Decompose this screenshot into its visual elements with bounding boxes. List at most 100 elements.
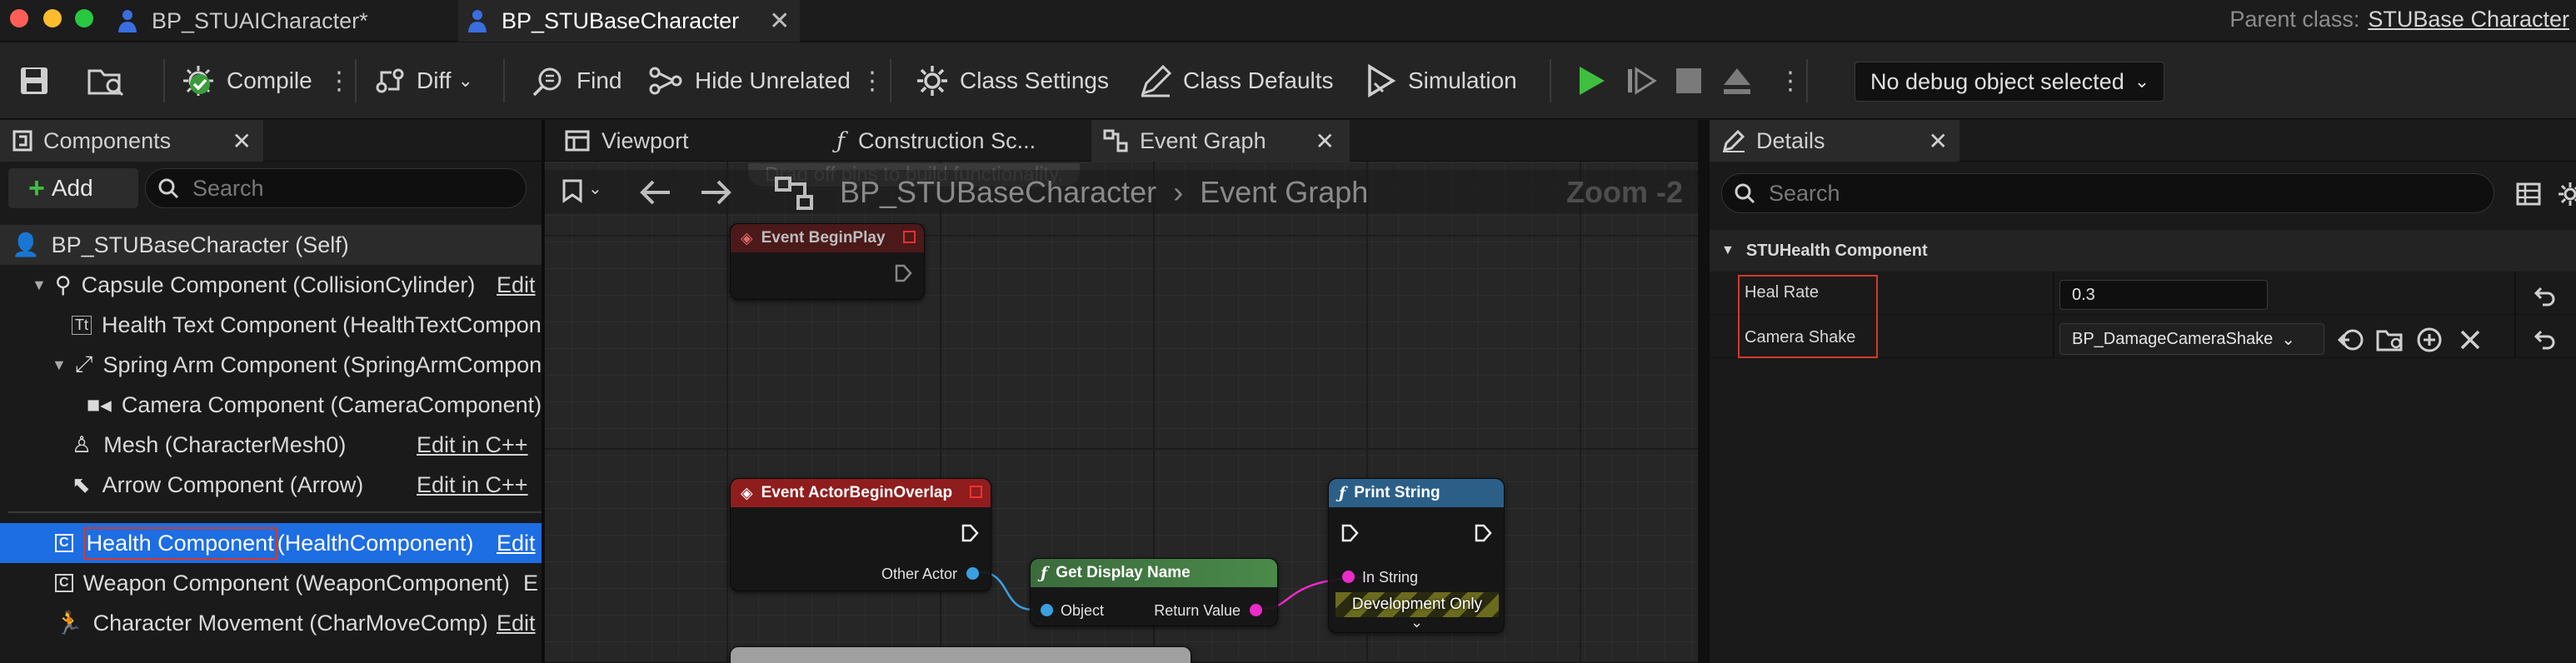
tree-item-arrow[interactable]: ⬉ Arrow Component (Arrow) Edit in C++ — [0, 465, 542, 505]
actor-component-icon: C — [55, 534, 73, 552]
camera-shake-select[interactable]: BP_DamageCameraShake ⌄ — [2059, 323, 2324, 355]
pin-label: Object — [1061, 602, 1105, 619]
expand-arrow-icon[interactable]: ▼ — [52, 356, 67, 374]
tab-label: Viewport — [602, 127, 689, 153]
close-icon[interactable]: ✕ — [1315, 127, 1335, 155]
return-value-pin[interactable] — [1250, 604, 1262, 616]
tab-event-graph[interactable]: Event Graph ✕ — [1091, 120, 1350, 162]
hide-unrelated-options-button[interactable]: ⋮ — [860, 42, 885, 119]
panel-splitter[interactable] — [542, 120, 545, 663]
play-button[interactable] — [1575, 42, 1618, 119]
window-minimize-button[interactable] — [43, 9, 62, 27]
tree-item-capsule[interactable]: ▼ ⚲ Capsule Component (CollisionCylinder… — [0, 265, 542, 305]
tree-item-camera[interactable]: ■◂ Camera Component (CameraComponent) — [0, 385, 542, 425]
gear-icon[interactable] — [2558, 182, 2576, 207]
tab-details[interactable]: Details ✕ — [1710, 120, 1959, 162]
node-event-actorbeginoverlap[interactable]: ◈ Event ActorBeginOverlap Other Actor — [730, 478, 991, 591]
collapse-arrow-icon: ▼ — [1721, 243, 1735, 257]
search-placeholder: Search — [1769, 180, 1840, 206]
delegate-pin[interactable] — [970, 486, 982, 498]
add-component-button[interactable]: + Add — [8, 168, 138, 208]
tree-item-self[interactable]: 👤 BP_STUBaseCharacter (Self) — [0, 225, 542, 265]
edit-in-cpp-link[interactable]: E — [523, 571, 538, 596]
browse-button[interactable] — [87, 42, 135, 119]
toolbar-separator — [503, 59, 505, 102]
node-event-beginplay[interactable]: ◈ Event BeginPlay — [730, 223, 925, 300]
close-icon[interactable]: ✕ — [769, 7, 790, 36]
debug-object-selector[interactable]: No debug object selected ⌄ — [1855, 62, 2164, 102]
doc-tab-stubasecharacter[interactable]: BP_STUBaseCharacter ✕ — [458, 0, 800, 42]
simulation-button[interactable]: Simulation — [1363, 42, 1517, 119]
property-name: Heal Rate — [1745, 283, 1819, 302]
event-graph-canvas[interactable]: Drag off pins to build functionality. ⌄ … — [545, 162, 1698, 663]
edit-in-cpp-link[interactable]: Edit in C++ — [417, 472, 528, 498]
node-comment-partial[interactable] — [730, 646, 1191, 663]
window-close-button[interactable] — [10, 9, 28, 27]
parent-class-link[interactable]: STUBase Character — [2368, 7, 2569, 32]
object-pin[interactable] — [1041, 604, 1053, 616]
stop-button[interactable] — [1675, 42, 1713, 119]
tab-construction-script[interactable]: ƒ Construction Sc... — [825, 120, 1091, 162]
doc-tab-stuaicharacter[interactable]: BP_STUAICharacter* — [108, 0, 458, 42]
edit-in-cpp-link[interactable]: Edit — [497, 611, 536, 636]
tree-item-mesh[interactable]: ♙ Mesh (CharacterMesh0) Edit in C++ — [0, 425, 542, 465]
hide-unrelated-button[interactable]: Hide Unrelated — [648, 42, 851, 119]
class-defaults-label: Class Defaults — [1183, 67, 1334, 93]
pin-label: Return Value — [1154, 602, 1241, 619]
find-button[interactable]: Find — [530, 42, 622, 119]
use-selected-icon[interactable] — [2338, 327, 2364, 353]
panel-splitter[interactable] — [1698, 120, 1710, 663]
viewport-icon — [565, 130, 590, 152]
in-string-pin[interactable] — [1342, 571, 1355, 583]
exec-out-pin[interactable] — [1474, 524, 1492, 542]
node-print-string[interactable]: ƒ Print String In String Development Onl… — [1328, 478, 1505, 633]
window-zoom-button[interactable] — [75, 9, 93, 27]
tree-item-spring-arm[interactable]: ▼ ⤢ Spring Arm Component (SpringArmCompo… — [0, 345, 542, 385]
compile-button[interactable]: Compile — [180, 42, 312, 119]
expand-arrow-icon[interactable]: ▼ — [32, 277, 47, 294]
property-matrix-icon[interactable] — [2516, 182, 2541, 207]
close-icon[interactable]: ✕ — [1929, 127, 1948, 155]
add-icon[interactable] — [2416, 327, 2443, 353]
reset-to-default-icon[interactable] — [2533, 285, 2556, 307]
edit-in-cpp-link[interactable]: Edit in C++ — [417, 432, 528, 458]
exec-out-pin[interactable] — [894, 264, 912, 282]
tab-viewport[interactable]: Viewport — [553, 120, 820, 162]
advanced-pins-toggle[interactable]: ⌄ — [1410, 614, 1423, 631]
tree-item-weapon-component[interactable]: C Weapon Component (WeaponComponent) E — [0, 563, 542, 603]
components-search-input[interactable]: Search — [145, 168, 527, 208]
capsule-icon: ⚲ — [54, 272, 72, 297]
delegate-pin[interactable] — [903, 231, 916, 243]
node-get-display-name[interactable]: ƒ Get Display Name Object Return Value — [1030, 558, 1278, 626]
browse-folder-icon[interactable] — [2376, 327, 2404, 353]
close-icon[interactable]: ✕ — [232, 127, 252, 155]
heal-rate-input[interactable]: 0.3 — [2059, 280, 2268, 310]
reset-to-default-icon[interactable] — [2533, 328, 2556, 350]
tree-item-character-movement[interactable]: 🏃 Character Movement (CharMoveComp) Edit — [0, 603, 542, 643]
exec-out-pin[interactable] — [961, 524, 979, 542]
eject-button[interactable] — [1721, 42, 1763, 119]
function-icon: ƒ — [1041, 564, 1048, 582]
resume-button[interactable] — [1625, 42, 1668, 119]
exec-in-pin[interactable] — [1340, 524, 1359, 542]
category-header[interactable]: ▼ STUHealth Component — [1710, 230, 2576, 272]
node-header: ◈ Event ActorBeginOverlap — [731, 479, 991, 507]
class-settings-button[interactable]: Class Settings — [915, 42, 1109, 119]
edit-in-cpp-link[interactable]: Edit — [497, 531, 536, 556]
diff-icon — [376, 68, 404, 93]
diff-button[interactable]: Diff ⌄ — [373, 42, 473, 119]
save-button[interactable] — [18, 42, 60, 119]
component-icon — [12, 130, 32, 152]
compile-options-button[interactable]: ⋮ — [327, 42, 352, 119]
tree-item-health-component[interactable]: C Health Component (HealthComponent) Edi… — [0, 523, 542, 563]
clear-icon[interactable] — [2458, 327, 2483, 352]
details-search-input[interactable]: Search — [1721, 173, 2494, 213]
node-title: Print String — [1354, 484, 1440, 501]
edit-in-cpp-link[interactable]: Edit — [497, 272, 536, 298]
tab-components[interactable]: Components ✕ — [0, 120, 263, 162]
class-defaults-button[interactable]: Class Defaults — [1138, 42, 1334, 119]
components-title: Components — [43, 127, 172, 153]
other-actor-pin[interactable] — [966, 567, 979, 580]
play-options-button[interactable]: ⋮ — [1778, 42, 1803, 119]
tree-item-health-text[interactable]: Tt Health Text Component (HealthTextComp… — [0, 305, 542, 345]
